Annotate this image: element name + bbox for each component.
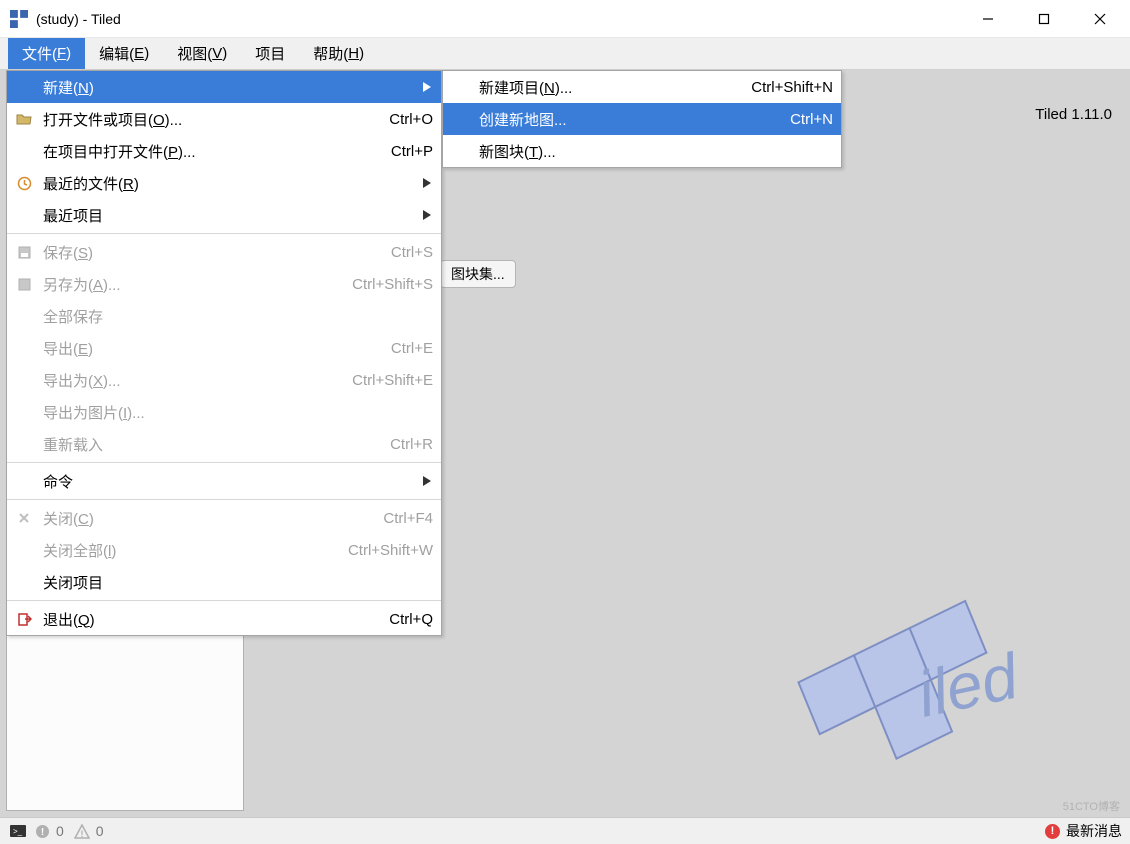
blank-icon bbox=[449, 141, 471, 161]
blank-icon bbox=[13, 205, 35, 225]
menu-item-save-as: 另存为(A)... Ctrl+Shift+S bbox=[7, 268, 441, 300]
svg-text:>_: >_ bbox=[13, 827, 23, 836]
menu-help[interactable]: 帮助(H) bbox=[299, 38, 378, 69]
submenu-item-new-map[interactable]: 创建新地图... Ctrl+N bbox=[443, 103, 841, 135]
shortcut-label: Ctrl+R bbox=[390, 436, 433, 453]
folder-open-icon bbox=[13, 109, 35, 129]
menu-project[interactable]: 项目 bbox=[241, 38, 299, 69]
blank-icon bbox=[13, 77, 35, 97]
blank-icon bbox=[13, 540, 35, 560]
menu-item-close-all: 关闭全部(l) Ctrl+Shift+W bbox=[7, 534, 441, 566]
shortcut-label: Ctrl+P bbox=[391, 143, 433, 160]
blank-icon bbox=[13, 471, 35, 491]
menu-item-export: 导出(E) Ctrl+E bbox=[7, 332, 441, 364]
menu-item-new[interactable]: 新建(N) bbox=[7, 71, 441, 103]
version-label: Tiled 1.11.0 bbox=[1035, 106, 1112, 123]
blank-icon bbox=[13, 141, 35, 161]
menu-item-open-in-project[interactable]: 在项目中打开文件(P)... Ctrl+P bbox=[7, 135, 441, 167]
blank-icon bbox=[449, 77, 471, 97]
shortcut-label: Ctrl+Shift+N bbox=[751, 79, 833, 96]
news-button[interactable]: ! 最新消息 bbox=[1045, 821, 1122, 841]
warning-count: 0 bbox=[96, 823, 104, 839]
window-controls bbox=[960, 0, 1128, 37]
submenu-arrow-icon bbox=[423, 207, 431, 224]
menu-separator bbox=[7, 462, 441, 463]
new-submenu: 新建项目(N)... Ctrl+Shift+N 创建新地图... Ctrl+N … bbox=[442, 70, 842, 168]
blank-icon bbox=[13, 306, 35, 326]
tiled-logo: iled bbox=[730, 547, 1090, 767]
menu-item-export-image: 导出为图片(I)... bbox=[7, 396, 441, 428]
menu-separator bbox=[7, 233, 441, 234]
submenu-arrow-icon bbox=[423, 473, 431, 490]
menu-item-reload: 重新载入 Ctrl+R bbox=[7, 428, 441, 460]
menu-item-commands[interactable]: 命令 bbox=[7, 465, 441, 497]
menu-item-quit[interactable]: 退出(Q) Ctrl+Q bbox=[7, 603, 441, 635]
svg-text:!: ! bbox=[80, 829, 83, 839]
maximize-button[interactable] bbox=[1016, 0, 1072, 37]
shortcut-label: Ctrl+E bbox=[391, 340, 433, 357]
menu-item-close-project[interactable]: 关闭项目 bbox=[7, 566, 441, 598]
window-title: (study) - Tiled bbox=[36, 11, 960, 27]
shortcut-label: Ctrl+Shift+E bbox=[352, 372, 433, 389]
app-icon bbox=[10, 10, 28, 28]
menu-file[interactable]: 文件(F) bbox=[8, 38, 85, 69]
shortcut-label: Ctrl+F4 bbox=[383, 510, 433, 527]
blank-icon bbox=[449, 109, 471, 129]
menubar: 文件(F) 编辑(E) 视图(V) 项目 帮助(H) bbox=[0, 38, 1130, 70]
menu-view[interactable]: 视图(V) bbox=[163, 38, 241, 69]
blank-icon bbox=[13, 402, 35, 422]
error-count: 0 bbox=[56, 823, 64, 839]
statusbar: >_ ! 0 ! 0 ! 最新消息 bbox=[0, 817, 1130, 844]
save-as-icon bbox=[13, 274, 35, 294]
blank-icon bbox=[13, 434, 35, 454]
save-icon bbox=[13, 242, 35, 262]
svg-text:!: ! bbox=[40, 827, 43, 838]
close-icon bbox=[13, 508, 35, 528]
clock-icon bbox=[13, 173, 35, 193]
titlebar: (study) - Tiled bbox=[0, 0, 1130, 38]
minimize-button[interactable] bbox=[960, 0, 1016, 37]
menu-item-recent-files[interactable]: 最近的文件(R) bbox=[7, 167, 441, 199]
menu-item-open[interactable]: 打开文件或项目(O)... Ctrl+O bbox=[7, 103, 441, 135]
submenu-arrow-icon bbox=[423, 175, 431, 192]
menu-item-save-all: 全部保存 bbox=[7, 300, 441, 332]
file-menu-dropdown: 新建(N) 打开文件或项目(O)... Ctrl+O 在项目中打开文件(P)..… bbox=[6, 70, 442, 636]
notification-badge-icon: ! bbox=[1045, 824, 1060, 839]
menu-separator bbox=[7, 499, 441, 500]
quit-icon bbox=[13, 609, 35, 629]
menu-item-export-as: 导出为(X)... Ctrl+Shift+E bbox=[7, 364, 441, 396]
blank-icon bbox=[13, 370, 35, 390]
menu-item-save: 保存(S) Ctrl+S bbox=[7, 236, 441, 268]
blank-icon bbox=[13, 572, 35, 592]
close-button[interactable] bbox=[1072, 0, 1128, 37]
shortcut-label: Ctrl+N bbox=[790, 111, 833, 128]
submenu-item-new-project[interactable]: 新建项目(N)... Ctrl+Shift+N bbox=[443, 71, 841, 103]
shortcut-label: Ctrl+Q bbox=[389, 611, 433, 628]
submenu-item-new-tileset[interactable]: 新图块(T)... bbox=[443, 135, 841, 167]
menu-separator bbox=[7, 600, 441, 601]
menu-item-close: 关闭(C) Ctrl+F4 bbox=[7, 502, 441, 534]
shortcut-label: Ctrl+Shift+S bbox=[352, 276, 433, 293]
console-icon[interactable]: >_ bbox=[8, 822, 28, 840]
tileset-button[interactable]: 图块集... bbox=[440, 260, 516, 288]
news-label: 最新消息 bbox=[1066, 821, 1122, 841]
submenu-arrow-icon bbox=[423, 79, 431, 96]
menu-edit[interactable]: 编辑(E) bbox=[85, 38, 163, 69]
shortcut-label: Ctrl+Shift+W bbox=[348, 542, 433, 559]
shortcut-label: Ctrl+S bbox=[391, 244, 433, 261]
error-icon[interactable]: ! bbox=[32, 822, 52, 840]
menu-item-recent-projects[interactable]: 最近项目 bbox=[7, 199, 441, 231]
watermark: 51CTO博客 bbox=[1063, 798, 1120, 814]
warning-icon[interactable]: ! bbox=[72, 822, 92, 840]
blank-icon bbox=[13, 338, 35, 358]
shortcut-label: Ctrl+O bbox=[389, 111, 433, 128]
